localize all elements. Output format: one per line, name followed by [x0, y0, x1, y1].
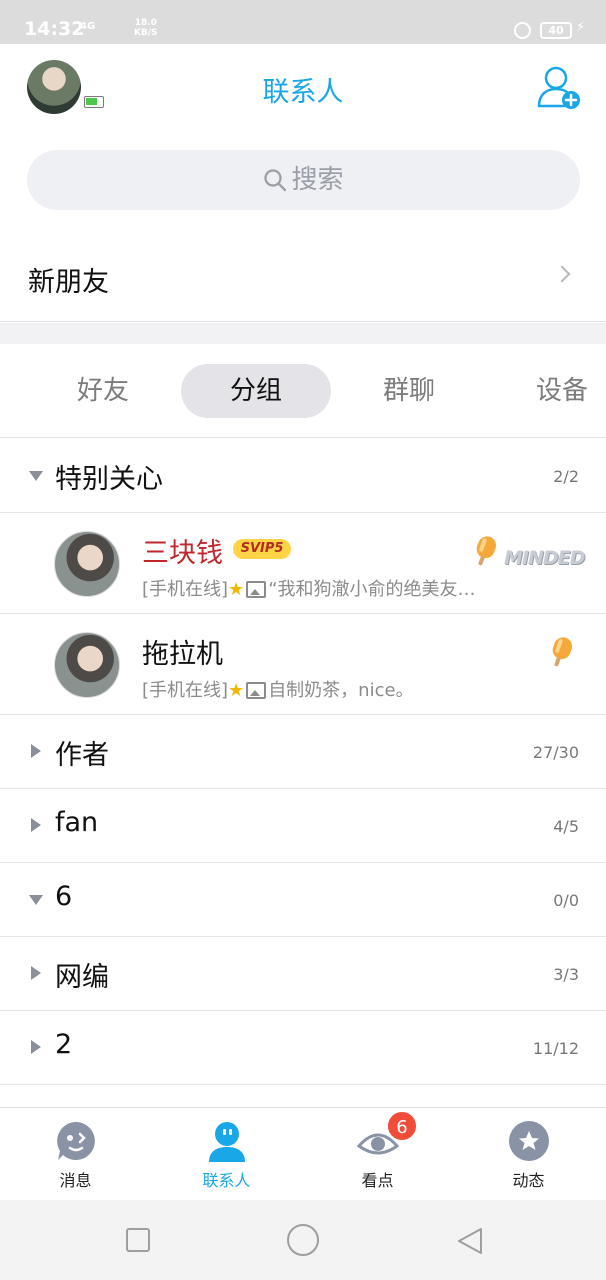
contact-name: 三块钱	[142, 538, 223, 569]
image-icon	[246, 581, 267, 598]
online-status: [手机在线]	[142, 579, 229, 600]
contact-message: “我和狗澈小俞的绝美友…	[268, 579, 476, 600]
nav-feed[interactable]: 动态	[453, 1108, 604, 1201]
search-input[interactable]: 搜索	[27, 150, 580, 210]
network-speed-value: 18.0	[134, 18, 157, 28]
system-nav-bar	[0, 1200, 606, 1280]
recents-button[interactable]	[126, 1228, 150, 1252]
group-count: 27/30	[532, 743, 579, 762]
nav-label: 看点	[361, 1171, 394, 1190]
online-status: [手机在线]	[142, 680, 229, 701]
header: 联系人	[0, 44, 606, 136]
contact-avatar[interactable]	[54, 632, 120, 698]
network-speed-unit: KB/S	[134, 28, 158, 38]
nav-discover[interactable]: 6 看点	[302, 1108, 453, 1201]
group-count: 11/12	[532, 1039, 579, 1058]
collapsed-arrow-icon	[31, 818, 41, 832]
contact-name: 拖拉机	[142, 639, 223, 670]
image-icon	[246, 682, 267, 699]
group-row-2[interactable]: 2 11/12	[0, 1011, 606, 1085]
contact-row[interactable]: 三块钱 SVIP5 MINDED [手机在线]★ “我和狗澈小俞的绝美友…	[0, 513, 606, 614]
new-friends-row[interactable]: 新朋友	[0, 238, 606, 322]
svip-badge: SVIP5	[233, 539, 291, 559]
group-name: 作者	[55, 740, 109, 771]
charging-icon: ⚡	[576, 20, 586, 35]
bottom-nav: 消息 联系人 6 看点 动态	[0, 1107, 606, 1200]
group-name: 6	[55, 881, 73, 912]
nav-contacts[interactable]: 联系人	[151, 1108, 302, 1201]
expanded-arrow-icon	[29, 895, 43, 905]
chevron-right-icon	[553, 265, 571, 283]
notification-badge: 6	[386, 1110, 418, 1142]
contact-row[interactable]: 拖拉机 [手机在线]★ 自制奶茶，nice。	[0, 614, 606, 715]
popsicle-icon	[552, 637, 573, 667]
group-name: 特别关心	[55, 464, 163, 495]
network-speed: 18.0 KB/S	[134, 18, 158, 38]
group-name: 网编	[55, 962, 109, 993]
contacts-icon	[209, 1122, 245, 1162]
section-divider	[0, 323, 606, 344]
expanded-arrow-icon	[29, 471, 43, 481]
status-time: 14:32	[24, 18, 85, 40]
popsicle-icon	[476, 536, 497, 566]
tab-devices[interactable]: 设备	[487, 364, 606, 418]
battery-level: 40	[540, 22, 572, 39]
tab-friends[interactable]: 好友	[28, 364, 178, 418]
rotation-lock-icon	[514, 22, 531, 39]
page-title: 联系人	[262, 77, 344, 108]
group-count: 2/2	[553, 467, 579, 486]
group-name: 2	[55, 1029, 73, 1060]
contact-message: 自制奶茶，nice。	[268, 680, 414, 701]
contact-status-line: [手机在线]★ 自制奶茶，nice。	[142, 676, 522, 702]
group-count: 4/5	[553, 817, 579, 836]
minded-tag: MINDED	[504, 547, 585, 569]
nav-label: 动态	[512, 1171, 545, 1190]
collapsed-arrow-icon	[31, 1040, 41, 1054]
group-row-authors[interactable]: 作者 27/30	[0, 715, 606, 789]
signal-indicator: 4G	[80, 21, 96, 32]
search-icon	[264, 169, 287, 192]
contact-avatar[interactable]	[54, 531, 120, 597]
star-icon: ★	[228, 680, 245, 701]
tab-group-chats[interactable]: 群聊	[334, 364, 484, 418]
contact-status-line: [手机在线]★ “我和狗澈小俞的绝美友…	[142, 575, 522, 601]
group-count: 3/3	[553, 965, 579, 984]
star-icon: ★	[228, 579, 245, 600]
messages-icon	[57, 1122, 95, 1160]
collapsed-arrow-icon	[31, 744, 41, 758]
home-button[interactable]	[287, 1224, 319, 1256]
add-user-icon[interactable]	[536, 64, 582, 110]
group-row-6[interactable]: 6 0/0	[0, 863, 606, 937]
group-count: 0/0	[553, 891, 579, 910]
new-friends-label: 新朋友	[28, 267, 109, 298]
nav-label: 联系人	[202, 1171, 251, 1190]
group-row-special[interactable]: 特别关心 2/2	[0, 439, 606, 513]
star-icon	[509, 1121, 549, 1161]
back-button[interactable]	[456, 1226, 484, 1256]
nav-label: 消息	[59, 1171, 92, 1190]
contact-tabs: 好友 分组 群聊 设备	[0, 344, 606, 438]
group-row-fan[interactable]: fan 4/5	[0, 789, 606, 863]
collapsed-arrow-icon	[31, 966, 41, 980]
search-placeholder: 搜索	[291, 165, 344, 195]
tab-groups[interactable]: 分组	[181, 364, 331, 418]
status-bar: 14:32 4G 18.0 KB/S 40 ⚡	[0, 0, 606, 44]
group-name: fan	[55, 807, 99, 838]
group-row-webeditor[interactable]: 网编 3/3	[0, 937, 606, 1011]
nav-messages[interactable]: 消息	[0, 1108, 151, 1201]
